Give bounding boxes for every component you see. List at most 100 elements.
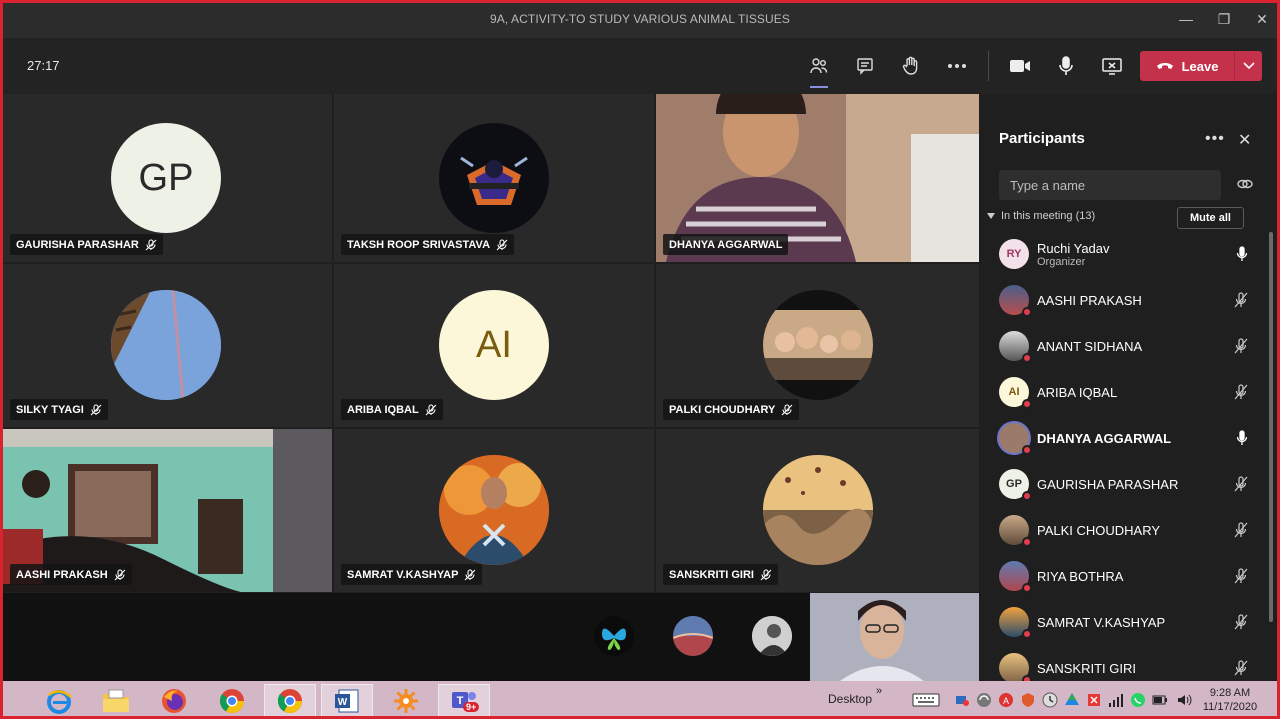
desktop-toolbar-label[interactable]: Desktop — [828, 692, 872, 706]
butterfly-avatar[interactable] — [594, 616, 634, 656]
participant-row[interactable]: PALKI CHOUDHARY — [999, 507, 1261, 553]
participant-nametag: TAKSH ROOP SRIVASTAVA — [341, 234, 515, 255]
network-tray-icon[interactable] — [954, 692, 970, 708]
chat-icon[interactable] — [842, 48, 888, 84]
sunset-avatar[interactable] — [673, 616, 713, 656]
landscape-avatar — [763, 455, 873, 565]
video-tile[interactable]: DHANYA AGGARWAL — [656, 94, 979, 262]
firefox-icon[interactable] — [148, 684, 200, 717]
video-tile[interactable]: SILKY TYAGI — [3, 264, 332, 427]
participant-nametag: SAMRAT V.KASHYAP — [341, 564, 483, 585]
mic-off-icon[interactable] — [1234, 614, 1248, 630]
window-controls: — ❐ ✕ — [1178, 0, 1270, 38]
camera-icon[interactable] — [997, 48, 1043, 84]
vlc-settings-icon[interactable] — [380, 684, 432, 717]
chevron-down-icon — [1242, 62, 1255, 70]
share-screen-icon[interactable] — [1089, 48, 1135, 84]
participant-row[interactable]: GP GAURISHA PARASHAR — [999, 461, 1261, 507]
leave-button[interactable]: Leave — [1140, 51, 1234, 81]
security-tray-icon[interactable] — [1020, 692, 1036, 708]
window-title: 9A, ACTIVITY-TO STUDY VARIOUS ANIMAL TIS… — [489, 12, 791, 26]
participant-name: SAMRAT V.KASHYAP — [347, 568, 459, 581]
participant-row[interactable]: DHANYA AGGARWAL — [999, 415, 1261, 461]
participant-name: SANSKRITI GIRI — [669, 568, 754, 581]
section-header[interactable]: In this meeting (13) — [987, 210, 1095, 222]
overflow-participants-strip — [3, 593, 810, 681]
participant-row[interactable]: RY Ruchi Yadav Organizer — [999, 231, 1261, 277]
panel-scrollbar[interactable] — [1269, 232, 1273, 622]
self-view-video[interactable] — [810, 593, 979, 681]
participants-panel: Participants ••• ✕ In this meeting (13) … — [980, 94, 1277, 681]
teams-icon[interactable]: T 9+ — [438, 684, 490, 717]
mic-on-icon[interactable] — [1236, 430, 1248, 446]
participant-row[interactable]: ANANT SIDHANA — [999, 323, 1261, 369]
leave-options-button[interactable] — [1234, 51, 1262, 81]
mic-off-icon — [465, 568, 476, 580]
video-tile[interactable]: SANSKRITI GIRI — [656, 429, 979, 592]
chrome-icon[interactable] — [206, 684, 258, 717]
double-chevron-icon[interactable]: » — [876, 685, 882, 697]
panel-title: Participants — [999, 130, 1085, 147]
signal-tray-icon[interactable] — [1108, 692, 1124, 708]
minimize-icon[interactable]: — — [1178, 11, 1194, 27]
mic-off-icon[interactable] — [1234, 384, 1248, 400]
update-tray-icon[interactable] — [1042, 692, 1058, 708]
mic-off-icon[interactable] — [1234, 568, 1248, 584]
mic-off-icon[interactable] — [1234, 476, 1248, 492]
mute-all-button[interactable]: Mute all — [1177, 207, 1244, 229]
video-tile[interactable]: SAMRAT V.KASHYAP — [334, 429, 654, 592]
video-tile[interactable]: GP GAURISHA PARASHAR — [3, 94, 332, 262]
close-icon[interactable]: ✕ — [1238, 130, 1251, 150]
grey-photo-avatar[interactable] — [752, 616, 792, 656]
app-tray-icon[interactable]: A — [998, 692, 1014, 708]
word-icon[interactable]: W — [321, 684, 373, 717]
video-tile[interactable]: AI ARIBA IQBAL — [334, 264, 654, 427]
volume-tray-icon[interactable] — [1176, 692, 1192, 708]
avatar — [999, 285, 1032, 317]
file-explorer-icon[interactable] — [90, 684, 142, 717]
mic-off-icon[interactable] — [1234, 292, 1248, 308]
video-tile[interactable]: PALKI CHOUDHARY — [656, 264, 979, 427]
video-tile[interactable]: AASHI PRAKASH — [3, 429, 332, 592]
maximize-icon[interactable]: ❐ — [1216, 11, 1232, 28]
tools-tray-icon[interactable] — [1086, 692, 1102, 708]
participant-row[interactable]: AASHI PRAKASH — [999, 277, 1261, 323]
microphone-icon[interactable] — [1043, 48, 1089, 84]
video-tile[interactable]: TAKSH ROOP SRIVASTAVA — [334, 94, 654, 262]
more-options-icon[interactable]: ••• — [1205, 130, 1225, 148]
participant-nametag: AASHI PRAKASH — [10, 564, 132, 585]
participant-name: PALKI CHOUDHARY — [669, 403, 776, 416]
search-input[interactable] — [999, 170, 1221, 200]
participant-row[interactable]: SAMRAT V.KASHYAP — [999, 599, 1261, 645]
mic-off-icon[interactable] — [1234, 338, 1248, 354]
keyboard-icon[interactable] — [912, 692, 940, 708]
mic-off-icon[interactable] — [1234, 522, 1248, 538]
avatar — [999, 607, 1032, 639]
raise-hand-icon[interactable] — [888, 48, 934, 84]
participant-name: PALKI CHOUDHARY — [1037, 522, 1161, 538]
caret-down-icon — [987, 213, 995, 219]
avatar — [999, 331, 1032, 363]
avatar — [999, 515, 1032, 547]
battery-tray-icon[interactable] — [1152, 692, 1168, 708]
copy-link-icon[interactable] — [1237, 177, 1253, 191]
internet-explorer-icon[interactable] — [33, 684, 85, 717]
section-label: In this meeting (13) — [1001, 210, 1096, 222]
taskbar-clock[interactable]: 9:28 AM 11/17/2020 — [1198, 686, 1262, 714]
drive-tray-icon[interactable] — [1064, 692, 1080, 708]
wifi-tray-icon[interactable] — [976, 692, 992, 708]
mic-on-icon[interactable] — [1236, 246, 1248, 262]
participant-nametag: PALKI CHOUDHARY — [663, 399, 800, 420]
participants-icon[interactable] — [796, 48, 842, 88]
mic-off-icon — [781, 403, 793, 415]
more-options-icon[interactable] — [934, 48, 980, 84]
participant-row[interactable]: AI ARIBA IQBAL — [999, 369, 1261, 415]
participant-row[interactable]: SANSKRITI GIRI — [999, 645, 1261, 681]
whatsapp-tray-icon[interactable] — [1130, 692, 1146, 708]
chrome-active-icon[interactable] — [264, 684, 316, 717]
close-window-icon[interactable]: ✕ — [1254, 11, 1270, 28]
mic-off-icon[interactable] — [1234, 660, 1248, 676]
fire-portrait-avatar — [439, 455, 549, 565]
mic-off-icon — [760, 568, 772, 580]
participant-row[interactable]: RIYA BOTHRA — [999, 553, 1261, 599]
